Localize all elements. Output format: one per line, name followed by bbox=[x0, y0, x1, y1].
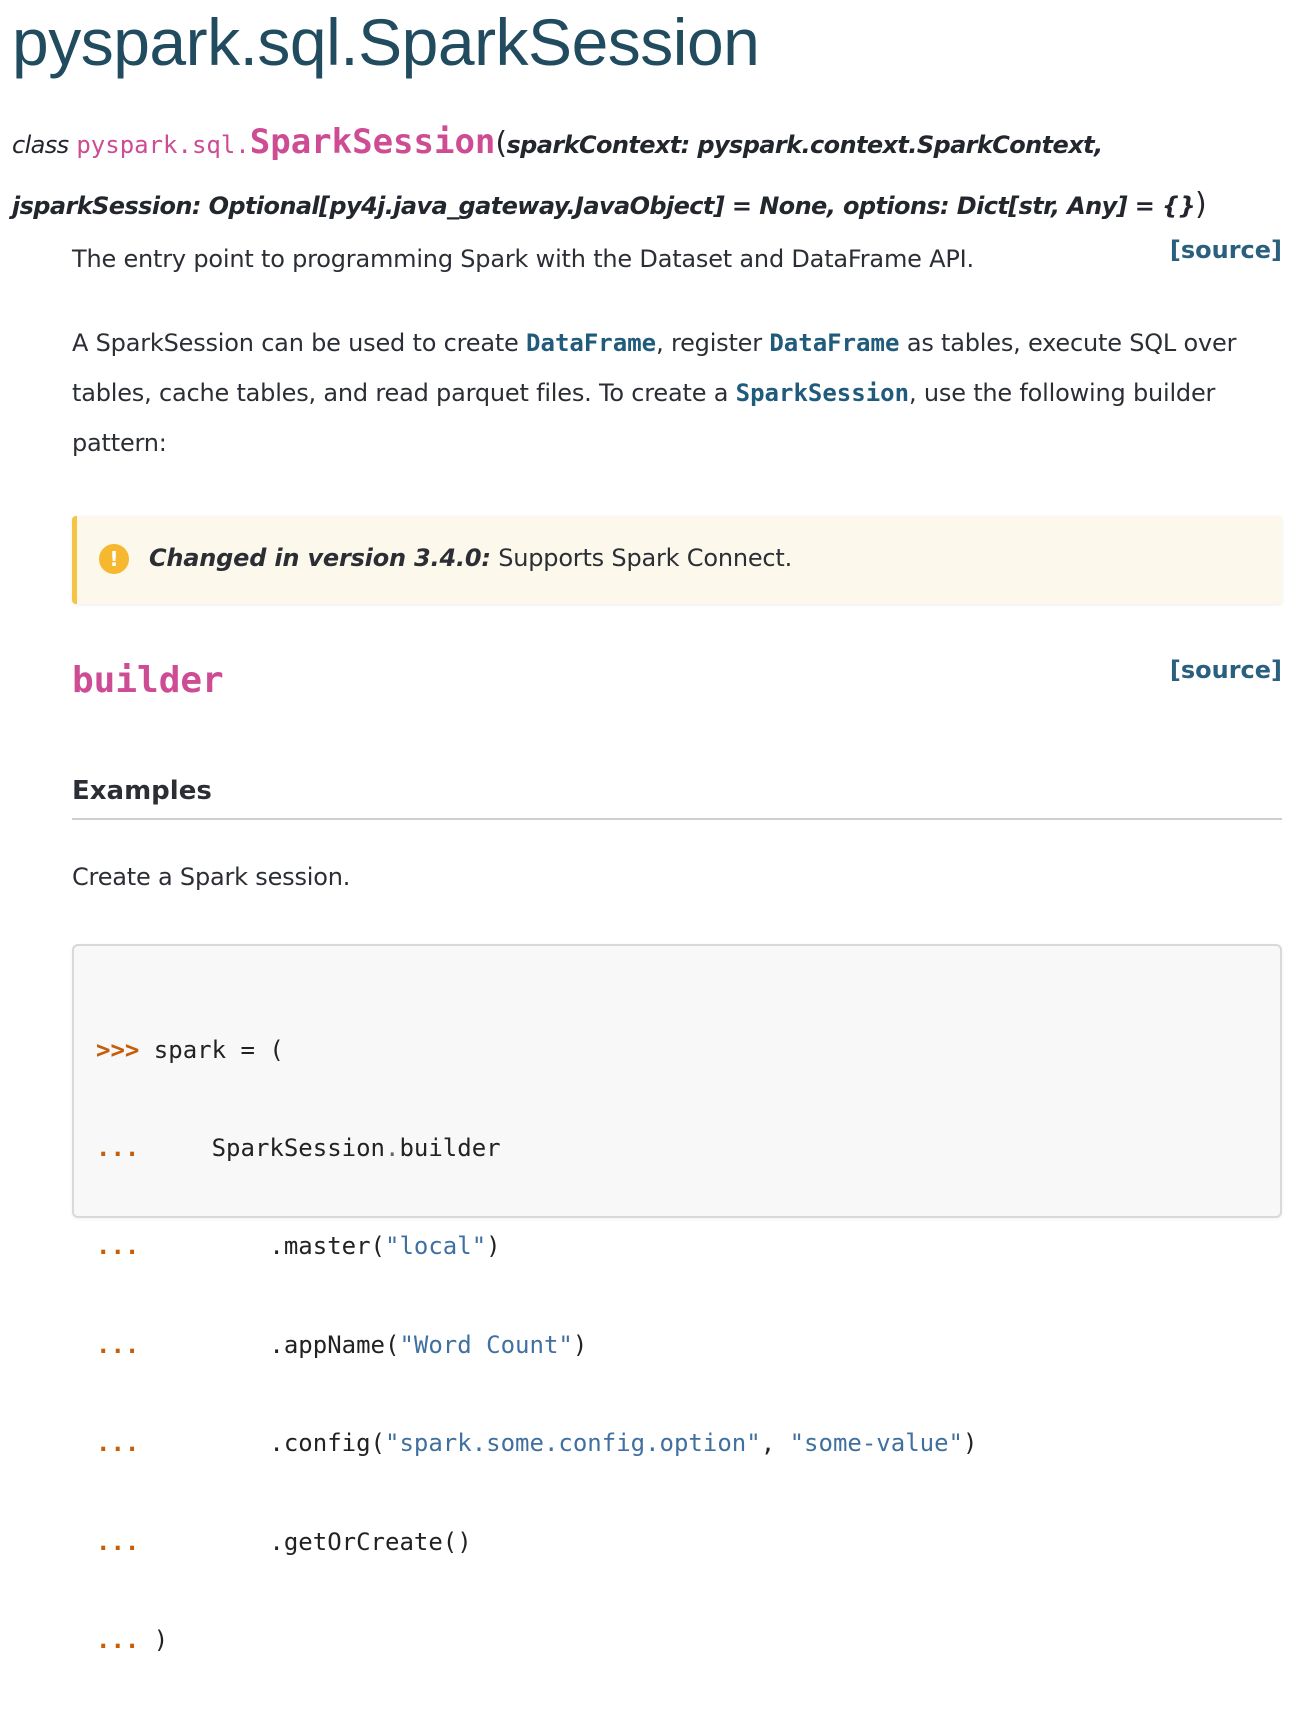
examples-heading: Examples bbox=[72, 768, 1282, 820]
code-text: SparkSession bbox=[139, 1133, 385, 1162]
code-string: "local" bbox=[385, 1232, 487, 1261]
code-line: >>> spark = ( bbox=[96, 1034, 977, 1067]
open-paren: ( bbox=[495, 126, 507, 161]
code-line: ... .master("local") bbox=[96, 1230, 977, 1263]
code-lines: >>> spark = ( ... SparkSession.builder .… bbox=[96, 968, 977, 1722]
code-text: ) bbox=[486, 1232, 501, 1261]
dataframe-link-1[interactable]: DataFrame bbox=[526, 329, 656, 357]
version-note-body: Supports Spark Connect. bbox=[490, 544, 793, 572]
code-text: ) bbox=[962, 1429, 978, 1458]
dataframe-link-2[interactable]: DataFrame bbox=[769, 329, 899, 357]
prompt: ... bbox=[96, 1429, 140, 1458]
sparksession-link[interactable]: SparkSession bbox=[736, 379, 909, 407]
signature-line-2: jsparkSession: Optional[py4j.java_gatewa… bbox=[12, 175, 1302, 236]
code-text: builder bbox=[399, 1133, 501, 1162]
class-keyword: class bbox=[12, 131, 69, 159]
code-example: >>> spark = ( ... SparkSession.builder .… bbox=[72, 944, 1282, 1654]
signature-line-1: class pyspark.sql.SparkSession(sparkCont… bbox=[12, 112, 1302, 175]
code-string: "spark.some.config.option" bbox=[385, 1429, 761, 1458]
page-title: pyspark.sql.SparkSession bbox=[12, 5, 760, 79]
version-label: Changed in version 3.4.0: bbox=[149, 544, 491, 572]
prompt: ... bbox=[96, 1133, 140, 1162]
prompt: ... bbox=[96, 1330, 140, 1359]
code-text: .appName( bbox=[139, 1330, 400, 1359]
module-prefix: pyspark.sql. bbox=[76, 131, 250, 159]
description-text-2: , register bbox=[656, 329, 770, 357]
code-text: , bbox=[760, 1429, 790, 1458]
builder-source-link[interactable]: [source] bbox=[1170, 656, 1282, 684]
version-changed-note: ! Changed in version 3.4.0: Supports Spa… bbox=[72, 516, 1282, 604]
code-text: .config( bbox=[139, 1429, 385, 1458]
code-line: ... SparkSession.builder bbox=[96, 1132, 977, 1165]
close-paren: ) bbox=[1195, 187, 1207, 222]
builder-attribute: builder bbox=[72, 660, 224, 701]
exclamation-icon: ! bbox=[99, 544, 129, 574]
code-text: ) bbox=[572, 1330, 588, 1359]
description-paragraph: A SparkSession can be used to create Dat… bbox=[72, 318, 1272, 468]
code-operator: . bbox=[385, 1133, 400, 1162]
code-text: ) bbox=[139, 1625, 169, 1654]
signature-params-2: jsparkSession: Optional[py4j.java_gatewa… bbox=[12, 192, 1196, 220]
intro-paragraph: The entry point to programming Spark wit… bbox=[72, 245, 974, 273]
prompt: ... bbox=[96, 1527, 140, 1556]
version-note-text: Changed in version 3.4.0: Supports Spark… bbox=[149, 538, 792, 578]
code-line: ... .appName("Word Count") bbox=[96, 1329, 977, 1362]
code-line: ... .getOrCreate() bbox=[96, 1526, 977, 1559]
description-text-1: A SparkSession can be used to create bbox=[72, 329, 527, 357]
code-text: .getOrCreate() bbox=[139, 1527, 472, 1556]
prompt: ... bbox=[96, 1232, 140, 1261]
code-string: "Word Count" bbox=[399, 1330, 573, 1359]
code-line: ... .config("spark.some.config.option", … bbox=[96, 1427, 977, 1460]
class-name: SparkSession bbox=[249, 122, 496, 162]
prompt: ... bbox=[96, 1625, 140, 1654]
code-text: .master( bbox=[139, 1232, 385, 1261]
code-string: "some-value" bbox=[789, 1429, 963, 1458]
code-text: spark = ( bbox=[139, 1035, 284, 1064]
class-signature: class pyspark.sql.SparkSession(sparkCont… bbox=[12, 112, 1302, 236]
examples-text: Create a Spark session. bbox=[72, 863, 351, 891]
code-line: ... ) bbox=[96, 1624, 977, 1657]
prompt: >>> bbox=[96, 1035, 140, 1064]
signature-params-1: sparkContext: pyspark.context.SparkConte… bbox=[506, 131, 1104, 159]
